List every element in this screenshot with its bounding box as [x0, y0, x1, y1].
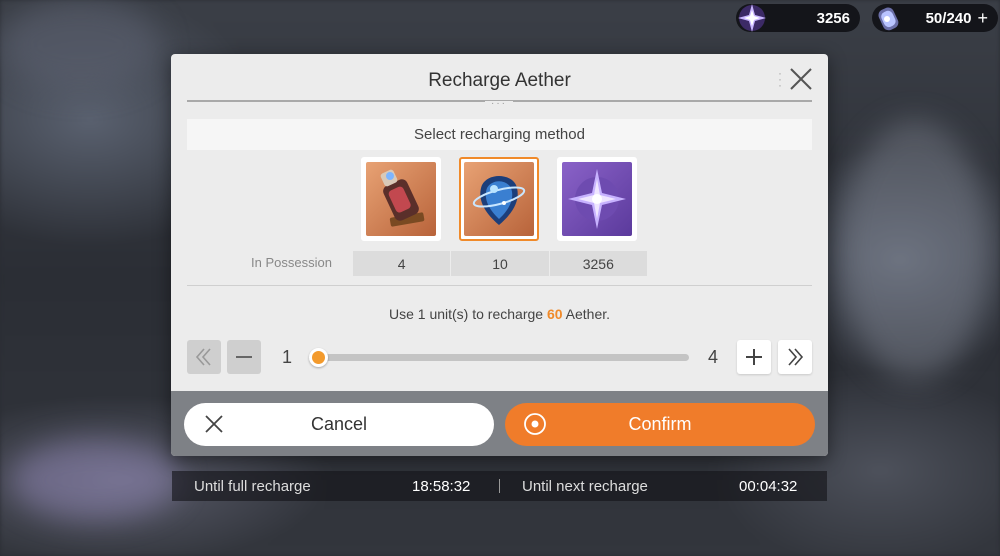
recharge-description-prefix: Use 1 unit(s) to recharge: [388, 306, 547, 322]
possession-value: 10: [451, 251, 550, 276]
possession-value: 4: [353, 251, 452, 276]
recharge-amount: 60: [546, 306, 563, 322]
method-crystal[interactable]: [557, 157, 637, 241]
recharge-description: Use 1 unit(s) to recharge 60 Aether.: [171, 306, 828, 322]
double-chevron-left-icon: [195, 348, 211, 366]
recharge-aether-dialog: Recharge Aether · · · ··· Select rechargin…: [171, 54, 828, 456]
slider-thumb[interactable]: [309, 348, 328, 367]
confirm-button[interactable]: Confirm: [505, 403, 815, 446]
next-recharge-time: 00:04:32: [739, 478, 798, 495]
confirm-circle-icon: [524, 413, 546, 435]
recharge-timer-bar: Until full recharge 18:58:32 Until next …: [172, 471, 827, 501]
aether-counter[interactable]: 50/240 +: [872, 4, 998, 32]
drag-handle-icon: · · ·: [778, 66, 782, 92]
cancel-label: Cancel: [310, 414, 368, 434]
section-divider: [187, 285, 812, 286]
close-button[interactable]: [786, 64, 816, 94]
dialog-title: Recharge Aether: [428, 70, 571, 91]
close-icon: [790, 68, 812, 90]
possession-row: 4 10 3256: [353, 251, 647, 276]
increase-button[interactable]: [737, 340, 771, 374]
background-blob: [0, 0, 160, 90]
possession-value: 3256: [582, 255, 614, 272]
full-recharge-label: Until full recharge: [194, 478, 311, 495]
aether-orb-icon: [472, 176, 526, 225]
method-header: Select recharging method: [187, 119, 812, 150]
crystal-star-icon: [732, 0, 772, 38]
background-blob: [840, 120, 990, 380]
crystal-star-icon: [568, 169, 626, 229]
crystal-counter[interactable]: 3256: [736, 4, 860, 32]
title-divider-dots: ···: [485, 99, 513, 109]
method-aether-orb[interactable]: [459, 157, 539, 241]
quantity-slider[interactable]: [309, 348, 689, 367]
background-blob: [10, 440, 180, 520]
cancel-button[interactable]: Cancel: [184, 403, 494, 446]
dialog-footer: Cancel Confirm: [171, 391, 828, 456]
aether-amount: 50/240: [925, 9, 972, 27]
plus-icon: [746, 349, 762, 365]
full-recharge-time: 18:58:32: [412, 478, 471, 495]
possession-label: In Possession: [251, 255, 332, 270]
close-icon: [205, 415, 223, 433]
recharge-method-list: [361, 157, 637, 241]
slider-min-value: 1: [282, 347, 293, 367]
method-potion[interactable]: [361, 157, 441, 241]
confirm-label: Confirm: [628, 414, 692, 434]
double-chevron-right-icon: [788, 348, 804, 366]
min-quantity-button[interactable]: [187, 340, 221, 374]
potion-bottle-icon: [380, 169, 425, 227]
max-quantity-button[interactable]: [778, 340, 812, 374]
aether-vial-icon: [868, 0, 908, 38]
add-aether-icon[interactable]: +: [977, 8, 988, 29]
next-recharge-label: Until next recharge: [522, 478, 648, 495]
timer-separator: [499, 479, 500, 493]
decrease-button[interactable]: [227, 340, 261, 374]
recharge-description-suffix: Aether.: [562, 306, 611, 322]
minus-icon: [236, 356, 252, 358]
crystal-amount: 3256: [816, 9, 850, 27]
slider-max-value: 4: [708, 347, 719, 367]
